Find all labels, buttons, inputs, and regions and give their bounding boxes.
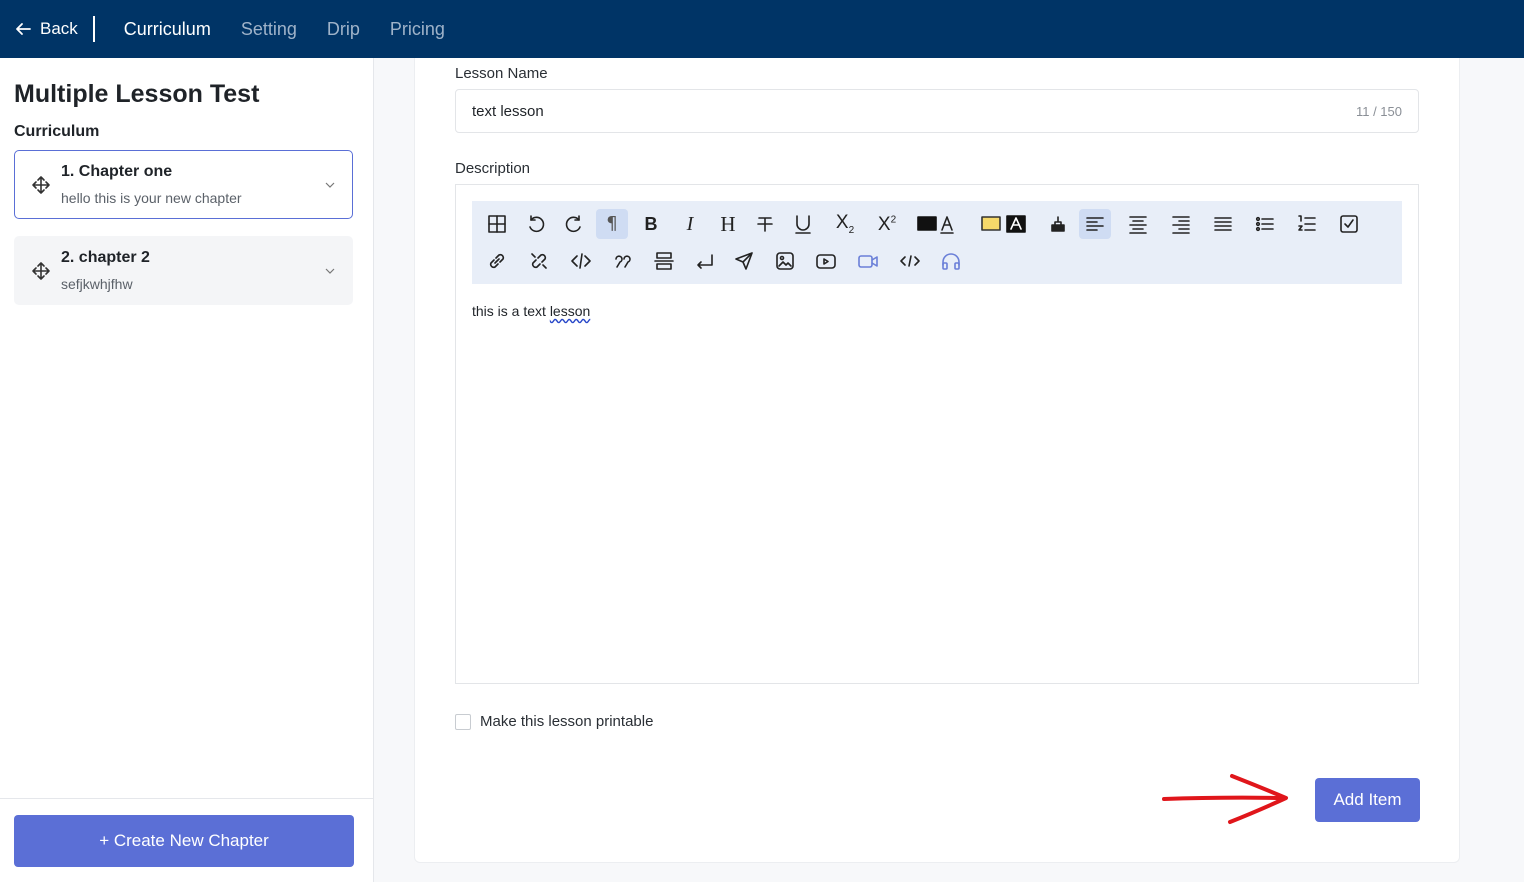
curriculum-sidebar: Multiple Lesson Test Curriculum 1. Chapt… xyxy=(0,58,374,882)
youtube-icon[interactable] xyxy=(810,246,842,276)
tab-curriculum[interactable]: Curriculum xyxy=(124,19,211,40)
tab-drip[interactable]: Drip xyxy=(327,19,360,40)
char-counter: 11 / 150 xyxy=(1355,103,1402,119)
nav-divider xyxy=(92,16,95,42)
add-item-button[interactable]: Add Item xyxy=(1315,778,1420,822)
lesson-name-input[interactable]: text lesson 11 / 150 xyxy=(455,89,1419,133)
video-icon[interactable] xyxy=(852,246,884,276)
spellcheck-flagged-word: lesson xyxy=(549,303,591,319)
code-block-icon[interactable] xyxy=(894,246,926,276)
underline-icon[interactable] xyxy=(787,209,819,239)
checklist-icon[interactable] xyxy=(1333,209,1365,239)
chapter-item-2[interactable]: 2. chapter 2 sefjkwhjfhw xyxy=(14,236,353,305)
line-break-icon[interactable] xyxy=(689,246,721,276)
image-icon[interactable] xyxy=(769,246,801,276)
numbered-list-icon[interactable] xyxy=(1291,209,1323,239)
chevron-down-icon[interactable] xyxy=(324,265,336,277)
bold-icon[interactable]: B xyxy=(635,209,667,239)
table-icon[interactable] xyxy=(481,209,513,239)
chapter-title: 1. Chapter one xyxy=(61,163,173,180)
superscript-icon[interactable]: X2 xyxy=(871,209,903,239)
strikethrough-icon[interactable] xyxy=(749,209,781,239)
link-icon[interactable] xyxy=(481,246,513,276)
chapter-item-1[interactable]: 1. Chapter one hello this is your new ch… xyxy=(14,150,353,219)
sidebar-divider xyxy=(0,798,373,799)
lesson-name-label: Lesson Name xyxy=(455,65,548,82)
red-arrow-annotation-icon xyxy=(1162,774,1288,824)
printable-option[interactable]: Make this lesson printable xyxy=(455,713,653,730)
clear-format-icon[interactable] xyxy=(1042,209,1074,239)
chevron-down-icon[interactable] xyxy=(324,179,336,191)
align-left-icon[interactable] xyxy=(1079,209,1111,239)
text-color-icon[interactable] xyxy=(915,209,959,239)
drag-handle-icon[interactable] xyxy=(31,261,51,281)
horizontal-rule-icon[interactable] xyxy=(648,246,680,276)
subscript-icon[interactable]: X2 xyxy=(829,209,861,239)
printable-checkbox[interactable] xyxy=(455,713,471,730)
back-button[interactable]: Back xyxy=(0,16,78,42)
heading-icon[interactable]: H xyxy=(712,209,744,239)
bullet-list-icon[interactable] xyxy=(1249,209,1281,239)
back-label: Back xyxy=(40,19,78,38)
paragraph-icon[interactable]: ¶ xyxy=(596,209,628,239)
italic-icon[interactable]: I xyxy=(674,209,706,239)
audio-icon[interactable] xyxy=(935,246,967,276)
tab-pricing[interactable]: Pricing xyxy=(390,19,445,40)
chapter-subtitle: sefjkwhjfhw xyxy=(61,276,133,292)
tab-setting[interactable]: Setting xyxy=(241,19,297,40)
blockquote-icon[interactable] xyxy=(607,246,639,276)
undo-icon[interactable] xyxy=(520,209,552,239)
redo-icon[interactable] xyxy=(558,209,590,239)
top-nav-bar: Back Curriculum Setting Drip Pricing xyxy=(0,0,1524,58)
align-center-icon[interactable] xyxy=(1122,209,1154,239)
drag-handle-icon[interactable] xyxy=(31,175,51,195)
printable-label: Make this lesson printable xyxy=(480,713,654,730)
rich-text-editor[interactable]: ¶ B I H X2 X2 this is a text lesson xyxy=(455,184,1419,684)
unlink-icon[interactable] xyxy=(523,246,555,276)
lesson-form-card: Lesson Name text lesson 11 / 150 Descrip… xyxy=(414,58,1460,863)
editor-text: this is a text xyxy=(472,303,550,319)
highlight-color-icon[interactable] xyxy=(978,209,1028,239)
course-title: Multiple Lesson Test xyxy=(14,80,260,108)
description-label: Description xyxy=(455,160,531,177)
create-chapter-button[interactable]: + Create New Chapter xyxy=(14,815,354,867)
lesson-name-value: text lesson xyxy=(472,102,544,120)
align-justify-icon[interactable] xyxy=(1207,209,1239,239)
align-right-icon[interactable] xyxy=(1165,209,1197,239)
arrow-left-icon xyxy=(16,23,31,35)
code-inline-icon[interactable] xyxy=(565,246,597,276)
chapter-title: 2. chapter 2 xyxy=(61,249,150,266)
chapter-subtitle: hello this is your new chapter xyxy=(61,190,242,206)
send-icon[interactable] xyxy=(728,246,760,276)
editor-content[interactable]: this is a text lesson xyxy=(472,303,590,319)
curriculum-heading: Curriculum xyxy=(14,123,100,140)
editor-toolbar: ¶ B I H X2 X2 xyxy=(472,201,1402,284)
